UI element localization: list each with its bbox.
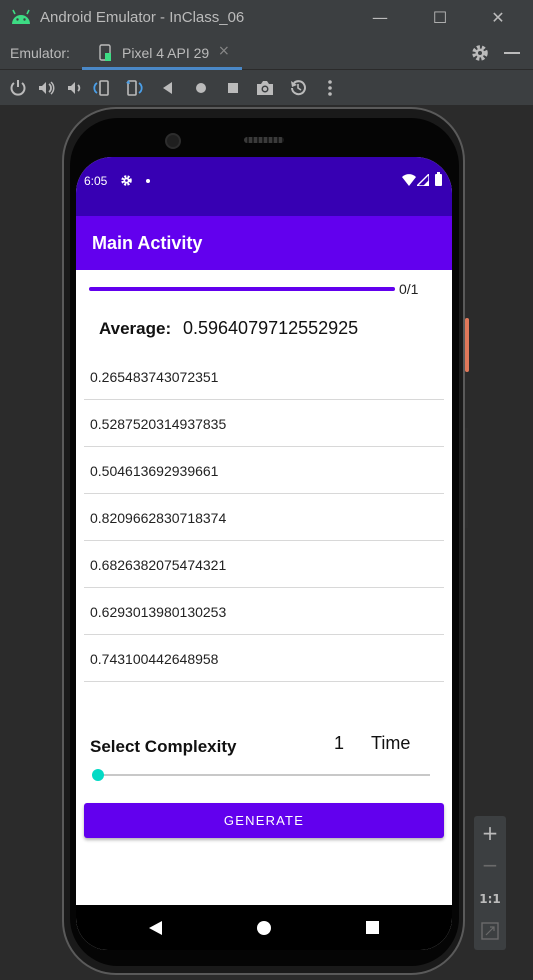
status-bar: 6:05 [76,157,452,216]
battery-icon [435,172,442,186]
numbers-list[interactable]: 0.265483743072351 0.5287520314937835 0.5… [84,353,444,682]
tab-label: Pixel 4 API 29 [122,45,210,61]
volume-up-icon[interactable] [36,78,56,98]
nav-home-icon[interactable] [257,921,271,935]
earpiece-speaker [244,137,284,143]
camera-icon[interactable] [255,78,275,98]
emulator-label: Emulator: [10,45,70,61]
app-bar: Main Activity [76,216,452,270]
zoom-actual-size-button[interactable]: 1:1 [474,884,506,914]
window-title: Android Emulator - InClass_06 [40,9,245,26]
complexity-value: 1 [334,733,345,753]
emulator-tabbar: Emulator: Pixel 4 API 29 × [0,36,533,70]
progress-count: 0/1 [399,281,419,297]
list-item[interactable]: 0.265483743072351 [84,353,444,400]
close-window-button[interactable]: ✕ [486,6,510,30]
complexity-unit: Time [371,733,411,753]
status-settings-icon [121,175,132,186]
front-camera-icon [165,133,181,149]
slider-thumb[interactable] [92,769,104,781]
notification-dot-icon [146,179,150,183]
snapshot-restore-icon[interactable] [288,78,308,98]
list-item[interactable]: 0.504613692939661 [84,447,444,494]
nav-back-icon[interactable] [149,921,162,935]
power-key[interactable] [465,318,469,372]
emulator-toolbar [0,70,533,106]
back-icon[interactable] [158,78,178,98]
complexity-slider[interactable] [92,767,430,783]
tab-pixel-4[interactable]: Pixel 4 API 29 × [82,36,242,70]
zoom-in-button[interactable]: + [474,818,506,848]
home-icon[interactable] [191,78,211,98]
list-item[interactable]: 0.8209662830718374 [84,494,444,541]
zoom-controls: + − 1:1 [474,816,506,950]
device-screen[interactable]: 6:05 Main Activity 0/1 Average: 0.596407… [76,157,452,950]
window-titlebar: Android Emulator - InClass_06 — ☐ ✕ [0,0,533,36]
progress-bar-fill [89,287,395,291]
nav-recents-icon[interactable] [366,921,379,934]
android-icon [12,9,30,24]
list-item[interactable]: 0.6826382075474321 [84,541,444,588]
wifi-icon [402,174,416,186]
average-label: Average: [99,319,172,338]
rotate-left-icon[interactable] [92,78,112,98]
minimize-window-button[interactable]: — [368,6,392,30]
power-icon[interactable] [8,78,28,98]
status-time: 6:05 [84,174,108,188]
generate-button[interactable]: GENERATE [84,803,444,838]
zoom-out-button[interactable]: − [474,850,506,880]
complexity-label: Select Complexity [90,737,237,756]
more-options-icon[interactable] [320,78,340,98]
device-icon [99,44,111,61]
page-title: Main Activity [92,233,203,253]
overview-icon[interactable] [223,78,243,98]
maximize-window-button[interactable]: ☐ [428,6,452,30]
list-item[interactable]: 0.743100442648958 [84,635,444,682]
list-item[interactable]: 0.6293013980130253 [84,588,444,635]
slider-track[interactable] [98,774,430,776]
zoom-fit-icon[interactable] [474,916,506,946]
volume-down-icon[interactable] [64,78,84,98]
list-item[interactable]: 0.5287520314937835 [84,400,444,447]
tab-close-icon[interactable]: × [218,43,230,59]
rotate-right-icon[interactable] [124,78,144,98]
navigation-bar [76,905,452,950]
progress-bar [89,287,395,291]
signal-icon [417,174,429,186]
settings-gear-icon[interactable] [470,43,490,63]
average-value: 0.5964079712552925 [183,318,359,338]
hide-panel-icon[interactable] [504,52,520,54]
volume-key[interactable] [465,428,468,528]
